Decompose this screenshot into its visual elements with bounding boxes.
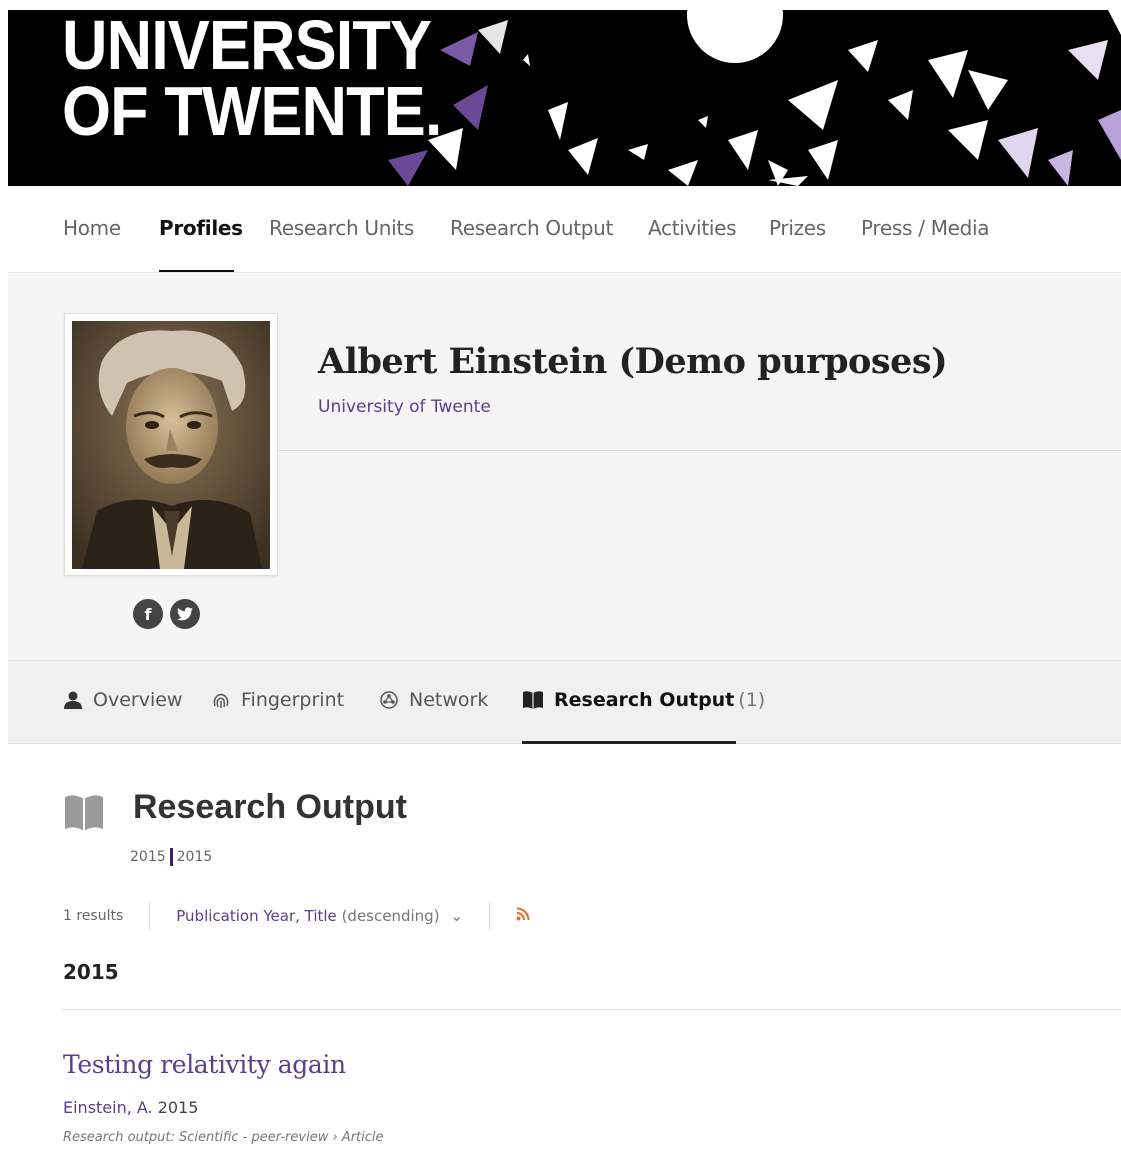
nav-research-output[interactable]: Research Output bbox=[450, 216, 613, 240]
year-range: 2015 2015 bbox=[130, 848, 212, 866]
research-output-meta: Einstein, A. 2015 bbox=[63, 1098, 198, 1117]
tab-fingerprint[interactable]: Fingerprint bbox=[211, 689, 344, 711]
year-to: 2015 bbox=[176, 849, 213, 865]
section-title: Research Output bbox=[133, 788, 407, 826]
profile-affiliation-link[interactable]: University of Twente bbox=[318, 397, 491, 417]
profile-divider bbox=[278, 450, 1121, 451]
nav-home[interactable]: Home bbox=[63, 216, 121, 240]
book-icon bbox=[523, 691, 543, 709]
research-output-type: Research output: Scientific - peer-revie… bbox=[63, 1130, 384, 1145]
list-divider bbox=[63, 1009, 1121, 1010]
university-logo[interactable]: UNIVERSITY OF TWENTE. bbox=[62, 10, 442, 150]
sort-label: Publication Year, Title bbox=[176, 907, 337, 925]
logo-line-2: OF TWENTE. bbox=[62, 72, 442, 150]
toolbar-separator bbox=[488, 902, 490, 930]
main-navigation: Home Profiles Research Units Research Ou… bbox=[0, 186, 1121, 272]
chevron-down-icon: ⌄ bbox=[450, 907, 463, 925]
rss-icon[interactable] bbox=[516, 907, 530, 925]
logo-line-1: UNIVERSITY bbox=[62, 10, 432, 84]
profile-tabs: Overview Fingerprint Network Research Ou… bbox=[8, 660, 1121, 744]
results-count: 1 results bbox=[63, 908, 124, 924]
person-icon bbox=[64, 691, 82, 709]
research-output-title-link[interactable]: Testing relativity again bbox=[63, 1050, 346, 1079]
year-bar bbox=[169, 848, 173, 866]
tab-overview[interactable]: Overview bbox=[63, 689, 182, 711]
tab-research-output-count: (1) bbox=[738, 689, 766, 711]
tab-active-indicator bbox=[522, 741, 736, 744]
nav-prizes[interactable]: Prizes bbox=[769, 216, 826, 240]
results-toolbar: 1 results Publication Year, Title (desce… bbox=[63, 902, 530, 930]
profile-photo-frame bbox=[64, 313, 278, 576]
fingerprint-icon bbox=[213, 693, 229, 708]
nav-press-media[interactable]: Press / Media bbox=[861, 216, 990, 240]
network-icon bbox=[380, 691, 398, 709]
year-from: 2015 bbox=[130, 849, 166, 865]
profile-photo bbox=[72, 321, 270, 569]
tab-fingerprint-label: Fingerprint bbox=[241, 689, 345, 711]
university-banner[interactable]: UNIVERSITY OF TWENTE. bbox=[8, 10, 1121, 186]
facebook-icon[interactable]: f bbox=[133, 599, 163, 629]
tab-research-output[interactable]: Research Output (1) bbox=[522, 689, 765, 711]
nav-activities[interactable]: Activities bbox=[648, 216, 737, 240]
sort-order: (descending) bbox=[341, 907, 440, 925]
nav-research-units[interactable]: Research Units bbox=[269, 216, 414, 240]
tab-network-label: Network bbox=[409, 689, 489, 711]
tab-network[interactable]: Network bbox=[379, 689, 488, 711]
book-icon bbox=[65, 795, 103, 831]
tab-overview-label: Overview bbox=[93, 689, 183, 711]
publication-year: 2015 bbox=[157, 1098, 199, 1117]
author-link[interactable]: Einstein, A. bbox=[63, 1098, 153, 1117]
toolbar-separator bbox=[149, 902, 151, 930]
twitter-icon[interactable] bbox=[170, 599, 200, 629]
nav-profiles[interactable]: Profiles bbox=[159, 216, 243, 240]
year-group-heading: 2015 bbox=[63, 960, 119, 984]
sort-dropdown[interactable]: Publication Year, Title (descending) ⌄ bbox=[176, 907, 463, 925]
profile-header: Albert Einstein (Demo purposes) Universi… bbox=[8, 272, 1121, 660]
tab-research-output-label: Research Output bbox=[554, 689, 735, 711]
profile-name: Albert Einstein (Demo purposes) bbox=[318, 341, 948, 382]
